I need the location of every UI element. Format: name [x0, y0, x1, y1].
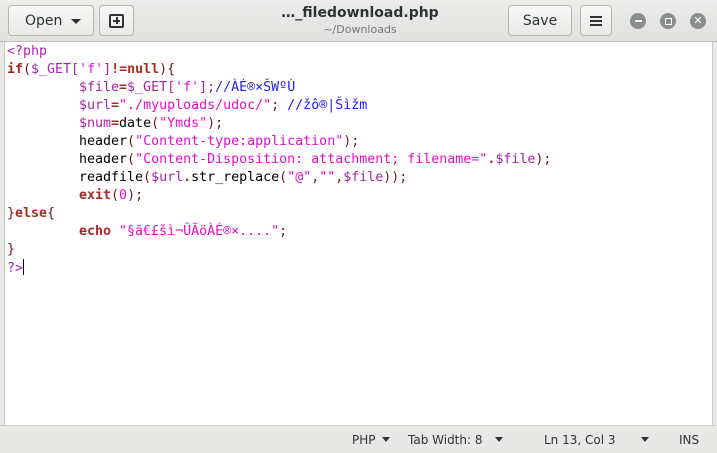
- code-line[interactable]: }else{: [7, 205, 551, 223]
- code-line[interactable]: $url="./myuploads/udoc/"; //žô®|Šìžm: [7, 97, 551, 115]
- code-token: $url: [79, 98, 112, 113]
- code-token: else: [15, 206, 48, 221]
- code-token: if: [7, 62, 24, 77]
- code-token: ));: [383, 170, 408, 185]
- document-title: …_filedownload.php: [281, 5, 439, 21]
- code-token: );: [535, 152, 552, 167]
- code-token: (: [143, 170, 152, 185]
- code-token: "@": [287, 170, 312, 185]
- code-token: header: [79, 152, 128, 167]
- code-token: $url: [151, 170, 184, 185]
- code-token: 'f': [79, 62, 104, 77]
- code-line[interactable]: header("Content-type:application");: [7, 133, 551, 151]
- hamburger-menu-icon: [590, 15, 602, 26]
- tab-width-selector[interactable]: Tab Width: 8: [408, 432, 482, 448]
- code-token: "§ã€£šì¬ÛÃöÀÉ®×....": [119, 224, 280, 239]
- code-token: "./myuploads/udoc/": [119, 98, 272, 113]
- code-line[interactable]: $file=$_GET['f'];//ÀÉ®×ŠWºÙ: [7, 79, 551, 97]
- close-button[interactable]: ✕: [690, 13, 706, 29]
- code-token: (: [23, 62, 32, 77]
- code-token: (: [111, 188, 120, 203]
- code-token: (: [127, 152, 136, 167]
- code-token: $_GET[: [127, 80, 176, 95]
- code-token: ?>: [7, 261, 24, 276]
- code-line[interactable]: exit(0);: [7, 187, 551, 205]
- code-line[interactable]: <?php: [7, 43, 551, 61]
- code-token: =: [111, 98, 120, 113]
- code-token: echo: [79, 224, 120, 239]
- code-token: $file: [79, 80, 120, 95]
- code-view[interactable]: <?php if($_GET['f']!=null){$file=$_GET['f…: [7, 43, 551, 277]
- close-icon: ✕: [693, 14, 703, 27]
- code-token: .: [183, 170, 192, 185]
- chevron-down-icon: [382, 437, 390, 442]
- code-token: 0: [119, 188, 128, 203]
- code-token: str_replace: [191, 170, 280, 185]
- code-line[interactable]: echo "§ã€£šì¬ÛÃöÀÉ®×....";: [7, 223, 551, 241]
- menu-button[interactable]: [580, 5, 612, 36]
- code-token: ;: [271, 98, 288, 113]
- chevron-down-icon: [641, 437, 649, 442]
- code-token: exit: [79, 188, 112, 203]
- save-button[interactable]: Save: [508, 5, 572, 36]
- code-token: ){: [159, 62, 176, 77]
- cursor-position[interactable]: Ln 13, Col 3: [544, 432, 616, 448]
- document-path: ~/Downloads: [323, 23, 397, 36]
- open-button-label: Open: [25, 12, 63, 29]
- code-token: "Ymds": [159, 116, 208, 131]
- code-token: =: [119, 80, 128, 95]
- code-token: );: [127, 188, 144, 203]
- code-token: }: [7, 206, 16, 221]
- code-line[interactable]: ?>: [7, 259, 551, 277]
- text-cursor: [23, 259, 25, 275]
- insert-mode-indicator: INS: [679, 433, 700, 447]
- minimize-icon: [634, 20, 642, 22]
- code-token: ]: [103, 62, 112, 77]
- code-token: date: [119, 116, 152, 131]
- code-line[interactable]: }: [7, 241, 551, 259]
- chevron-down-icon: [71, 19, 81, 24]
- new-document-button[interactable]: [99, 5, 134, 36]
- header-bar: Open …_filedownload.php ~/Downloads Save…: [0, 0, 717, 42]
- minimize-button[interactable]: [630, 13, 646, 29]
- code-token: (: [151, 116, 160, 131]
- code-token: $file: [343, 170, 384, 185]
- code-line[interactable]: readfile($url.str_replace("@","",$file))…: [7, 169, 551, 187]
- language-selector[interactable]: PHP: [352, 432, 376, 448]
- maximize-icon: [664, 17, 672, 25]
- code-token: }: [7, 242, 16, 257]
- window-title: …_filedownload.php ~/Downloads: [240, 4, 480, 37]
- new-document-icon: [109, 13, 124, 28]
- code-token: ];: [199, 80, 216, 95]
- code-token: $_GET[: [31, 62, 80, 77]
- code-token: );: [207, 116, 224, 131]
- code-token: "Content-Disposition: attachment; filena…: [135, 152, 488, 167]
- code-token: header: [79, 134, 128, 149]
- code-token: "Content-type:application": [135, 134, 344, 149]
- code-token: "": [319, 170, 336, 185]
- code-token: =: [111, 116, 120, 131]
- code-token: readfile: [79, 170, 144, 185]
- code-token: (: [127, 134, 136, 149]
- code-token: //ÀÉ®×ŠWºÙ: [215, 80, 296, 95]
- code-token: ;: [279, 224, 288, 239]
- code-token: !=null: [111, 62, 160, 77]
- code-line[interactable]: header("Content-Disposition: attachment;…: [7, 151, 551, 169]
- code-line[interactable]: $num=date("Ymds");: [7, 115, 551, 133]
- code-token: //žô®|Šìžm: [287, 98, 368, 113]
- code-token: <?php: [7, 44, 48, 59]
- code-token: 'f': [175, 80, 200, 95]
- save-button-label: Save: [522, 12, 558, 29]
- text-editor-area[interactable]: <?php if($_GET['f']!=null){$file=$_GET['f…: [4, 42, 713, 425]
- code-line[interactable]: if($_GET['f']!=null){: [7, 61, 551, 79]
- open-button[interactable]: Open: [8, 5, 94, 36]
- code-token: $file: [495, 152, 536, 167]
- status-bar: PHP Tab Width: 8 Ln 13, Col 3 INS: [0, 425, 717, 453]
- code-token: (: [279, 170, 288, 185]
- code-token: );: [343, 134, 360, 149]
- code-token: $num: [79, 116, 112, 131]
- maximize-button[interactable]: [660, 13, 676, 29]
- chevron-down-icon: [495, 437, 503, 442]
- code-token: {: [47, 206, 56, 221]
